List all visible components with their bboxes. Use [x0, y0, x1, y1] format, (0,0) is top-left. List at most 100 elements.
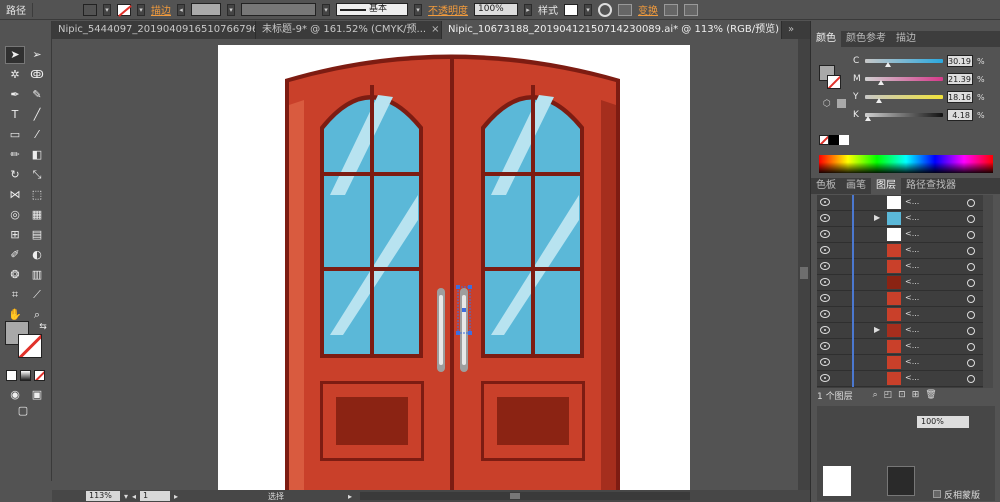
target-circle-icon[interactable]: [967, 231, 975, 239]
stroke-weight-stepper[interactable]: ◂: [177, 3, 185, 16]
gradient-tool-icon[interactable]: ▤: [28, 227, 46, 243]
layer-row[interactable]: <...: [817, 339, 993, 355]
visibility-eye-icon[interactable]: [820, 310, 830, 318]
layers-scrollbar[interactable]: [983, 195, 993, 388]
stroke-weight-field[interactable]: [191, 3, 221, 16]
black-slider[interactable]: [865, 113, 943, 121]
pencil-tool-icon[interactable]: ✏: [6, 147, 24, 163]
layer-name[interactable]: <...: [905, 293, 919, 302]
canvas-area[interactable]: [52, 39, 798, 490]
visibility-eye-icon[interactable]: [820, 278, 830, 286]
layer-name[interactable]: <...: [905, 245, 919, 254]
width-tool-icon[interactable]: ⋈: [6, 187, 24, 203]
scrollbar-thumb[interactable]: [510, 493, 521, 499]
magenta-slider[interactable]: [865, 77, 943, 85]
layer-row[interactable]: <...: [817, 227, 993, 243]
color-stroke-preview[interactable]: [827, 75, 841, 89]
tab-document-1[interactable]: Nipic_5444097_20190409165107667964.ai*×: [52, 21, 256, 39]
visibility-eye-icon[interactable]: [820, 342, 830, 350]
next-artboard-icon[interactable]: ▸: [174, 492, 178, 501]
layer-row[interactable]: ▶ <...: [817, 211, 993, 227]
tab-stroke[interactable]: 描边: [891, 31, 921, 47]
yellow-slider[interactable]: [865, 95, 943, 103]
layer-row[interactable]: <...: [817, 195, 993, 211]
blend-tool-icon[interactable]: ◐: [28, 247, 46, 263]
align-icon[interactable]: [618, 3, 632, 16]
new-layer-icon[interactable]: ⊞: [912, 390, 920, 400]
layer-name[interactable]: <...: [905, 309, 919, 318]
magenta-value[interactable]: 21.39: [947, 73, 973, 85]
change-screen-icon[interactable]: ▢: [14, 403, 32, 419]
stroke-label[interactable]: 描边: [151, 2, 171, 17]
transform-link[interactable]: 变换: [638, 2, 658, 17]
stroke-swatch[interactable]: [117, 3, 132, 17]
tab-color[interactable]: 颜色: [811, 31, 841, 47]
symbol-sprayer-icon[interactable]: ❂: [6, 267, 24, 283]
close-icon[interactable]: ×: [431, 21, 439, 39]
selection-handle[interactable]: [462, 308, 466, 312]
selection-tool-icon[interactable]: ➤: [5, 46, 25, 64]
width-profile-dropdown-icon[interactable]: ▾: [322, 3, 330, 16]
scale-tool-icon[interactable]: ⤡: [28, 167, 46, 183]
visibility-eye-icon[interactable]: [820, 374, 830, 382]
target-circle-icon[interactable]: [967, 359, 975, 367]
double-door-artwork[interactable]: [218, 45, 690, 490]
layer-row[interactable]: <...: [817, 275, 993, 291]
selection-handle[interactable]: [456, 331, 460, 335]
layer-row[interactable]: <...: [817, 371, 993, 387]
target-circle-icon[interactable]: [967, 199, 975, 207]
color-mode-icon[interactable]: [6, 370, 17, 381]
tab-document-2[interactable]: 未标题-9* @ 161.52% (CMYK/预... ×: [256, 21, 442, 39]
layer-name[interactable]: <...: [905, 213, 919, 222]
cyan-slider[interactable]: [865, 59, 943, 67]
expand-arrow-icon[interactable]: ▶: [874, 213, 880, 222]
none-mode-icon[interactable]: [34, 370, 45, 381]
rotate-tool-icon[interactable]: ↻: [6, 167, 24, 183]
color-spectrum[interactable]: [819, 155, 993, 173]
black-value[interactable]: 4.18: [947, 109, 973, 121]
target-circle-icon[interactable]: [967, 375, 975, 383]
yellow-value[interactable]: 18.16: [947, 91, 973, 103]
transparency-opacity-field[interactable]: 100%: [917, 416, 969, 428]
fill-swatch[interactable]: [83, 3, 97, 16]
selection-handle[interactable]: [468, 331, 472, 335]
layer-name[interactable]: <...: [905, 277, 919, 286]
out-of-gamut-icon[interactable]: ⬡: [823, 99, 831, 109]
artboard[interactable]: [218, 45, 690, 490]
tab-swatches[interactable]: 色板: [811, 178, 841, 194]
brush-dropdown-icon[interactable]: ▾: [414, 3, 422, 16]
swap-colors-icon[interactable]: ⇆: [34, 319, 52, 335]
target-circle-icon[interactable]: [967, 327, 975, 335]
fill-dropdown-icon[interactable]: ▾: [103, 3, 111, 16]
brush-definition[interactable]: 基本: [336, 3, 408, 16]
layer-row[interactable]: <...: [817, 355, 993, 371]
selection-handle[interactable]: [468, 285, 472, 289]
zoom-field[interactable]: 113%: [86, 491, 120, 501]
slice-tool-icon[interactable]: ⟋: [28, 287, 46, 303]
paintbrush-icon[interactable]: ⁄: [28, 127, 46, 143]
opacity-field[interactable]: 100%: [474, 3, 518, 16]
magenta-slider-knob[interactable]: [878, 80, 885, 85]
mesh-tool-icon[interactable]: ⊞: [6, 227, 24, 243]
expand-arrow-icon[interactable]: ▶: [874, 325, 880, 334]
horizontal-scrollbar[interactable]: [360, 492, 691, 500]
stroke-dropdown-icon[interactable]: ▾: [137, 3, 145, 16]
free-transform-icon[interactable]: ⬚: [28, 187, 46, 203]
graph-tool-icon[interactable]: ▥: [28, 267, 46, 283]
pen-tool-icon[interactable]: ✒: [6, 87, 24, 103]
rectangle-tool-icon[interactable]: ▭: [6, 127, 24, 143]
panel-menu-icon[interactable]: [684, 3, 698, 16]
tab-brushes[interactable]: 画笔: [841, 178, 871, 194]
layer-name[interactable]: <...: [905, 357, 919, 366]
layer-name[interactable]: <...: [905, 373, 919, 382]
more-tabs-icon[interactable]: »: [782, 21, 810, 39]
gamut-swatch[interactable]: [837, 99, 846, 108]
visibility-eye-icon[interactable]: [820, 246, 830, 254]
opacity-dropdown-icon[interactable]: ▸: [524, 3, 532, 16]
scrollbar-thumb[interactable]: [800, 267, 808, 279]
new-sublayer-icon[interactable]: ⊡: [898, 390, 906, 400]
none-swatch[interactable]: [819, 135, 829, 145]
layer-row[interactable]: <...: [817, 291, 993, 307]
prev-artboard-icon[interactable]: ◂: [132, 492, 136, 501]
visibility-eye-icon[interactable]: [820, 214, 830, 222]
